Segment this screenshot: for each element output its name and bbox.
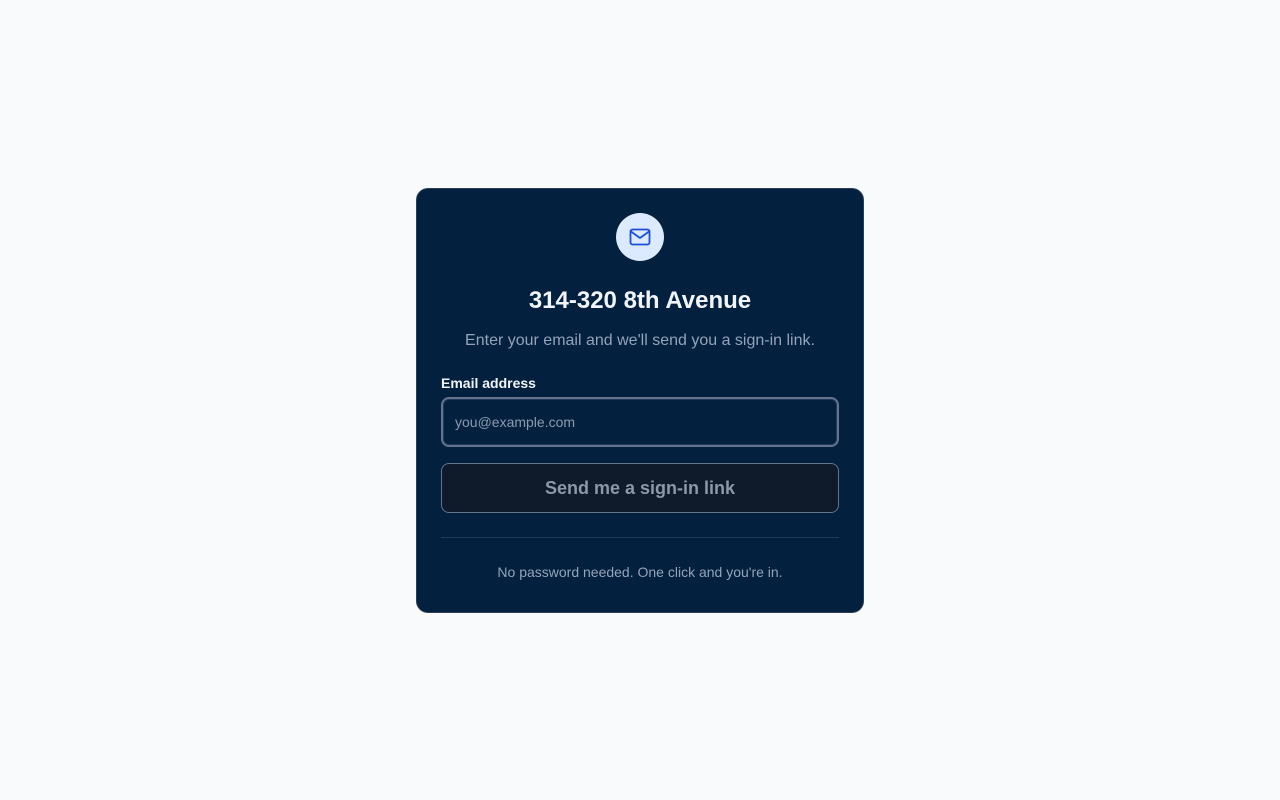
send-sign-in-link-button[interactable]: Send me a sign-in link bbox=[441, 463, 839, 513]
page: 314-320 8th Avenue Enter your email and … bbox=[0, 0, 1280, 800]
mail-icon bbox=[629, 228, 651, 246]
email-input[interactable] bbox=[441, 397, 839, 447]
page-subtitle: Enter your email and we'll send you a si… bbox=[465, 332, 815, 349]
divider bbox=[441, 537, 839, 538]
mail-icon-badge bbox=[616, 213, 664, 261]
sign-in-card: 314-320 8th Avenue Enter your email and … bbox=[416, 188, 864, 613]
footer-note: No password needed. One click and you're… bbox=[497, 564, 783, 580]
email-label: Email address bbox=[441, 375, 536, 391]
page-title: 314-320 8th Avenue bbox=[528, 287, 752, 314]
